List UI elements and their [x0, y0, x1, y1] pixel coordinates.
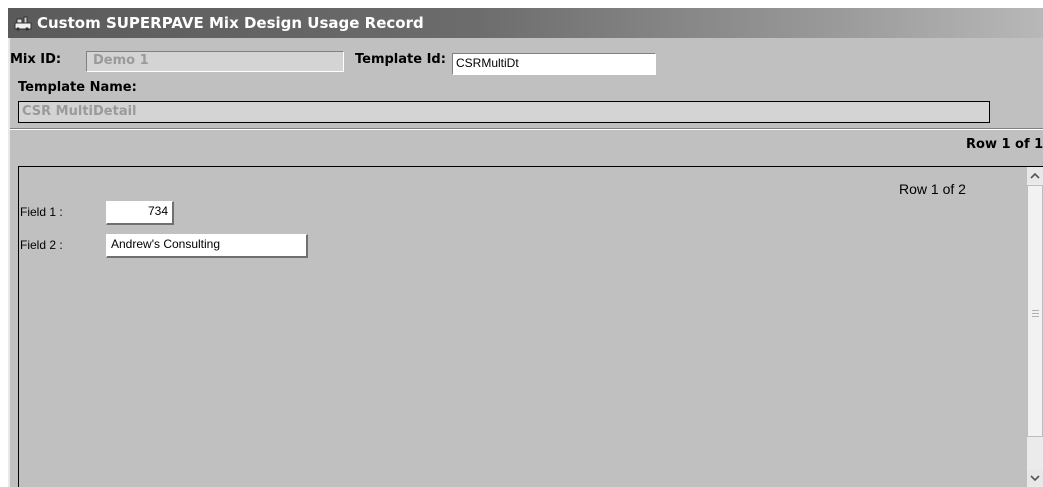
- template-name-value: CSR MultiDetail: [22, 104, 137, 119]
- thumb-grip-line: [1032, 310, 1039, 311]
- window-frame-left: [0, 8, 8, 487]
- mix-id-field[interactable]: Demo 1: [86, 51, 344, 72]
- scroll-up-button[interactable]: [1027, 167, 1043, 183]
- header-row-indicator: Row 1 of 1: [966, 137, 1043, 152]
- mix-id-label: Mix ID:: [10, 52, 62, 67]
- separator-line-highlight: [10, 129, 1043, 130]
- window-title: Custom SUPERPAVE Mix Design Usage Record: [37, 14, 424, 32]
- window-frame-top: [0, 0, 1043, 8]
- field-1-value: 734: [147, 204, 168, 218]
- field-1-label: Field 1 :: [20, 205, 63, 219]
- thumb-grip-line: [1032, 316, 1039, 317]
- field-2-label: Field 2 :: [20, 238, 63, 252]
- usage-record-window: Custom SUPERPAVE Mix Design Usage Record…: [0, 0, 1043, 487]
- vertical-scrollbar[interactable]: [1027, 167, 1043, 487]
- field-1-input[interactable]: 734: [106, 201, 174, 225]
- app-icon: [14, 16, 32, 31]
- window-frame-inner-edge: [8, 38, 10, 487]
- mix-id-value: Demo 1: [93, 53, 149, 68]
- field-2-value: Andrew's Consulting: [111, 237, 221, 251]
- field-2-input[interactable]: Andrew's Consulting: [106, 234, 308, 258]
- scroll-thumb[interactable]: [1027, 185, 1043, 437]
- title-bar[interactable]: Custom SUPERPAVE Mix Design Usage Record: [8, 8, 1043, 38]
- template-id-value: CSRMultiDt: [456, 56, 519, 70]
- template-name-label: Template Name:: [18, 80, 137, 95]
- template-name-field[interactable]: CSR MultiDetail: [18, 101, 990, 123]
- detail-row-indicator: Row 1 of 2: [899, 181, 966, 197]
- chevron-up-icon: [1030, 172, 1040, 179]
- scroll-down-button[interactable]: [1027, 470, 1043, 486]
- template-id-label: Template Id:: [355, 52, 446, 67]
- thumb-grip-line: [1032, 313, 1039, 314]
- chevron-down-icon: [1030, 474, 1040, 481]
- template-id-field[interactable]: CSRMultiDt: [452, 53, 656, 75]
